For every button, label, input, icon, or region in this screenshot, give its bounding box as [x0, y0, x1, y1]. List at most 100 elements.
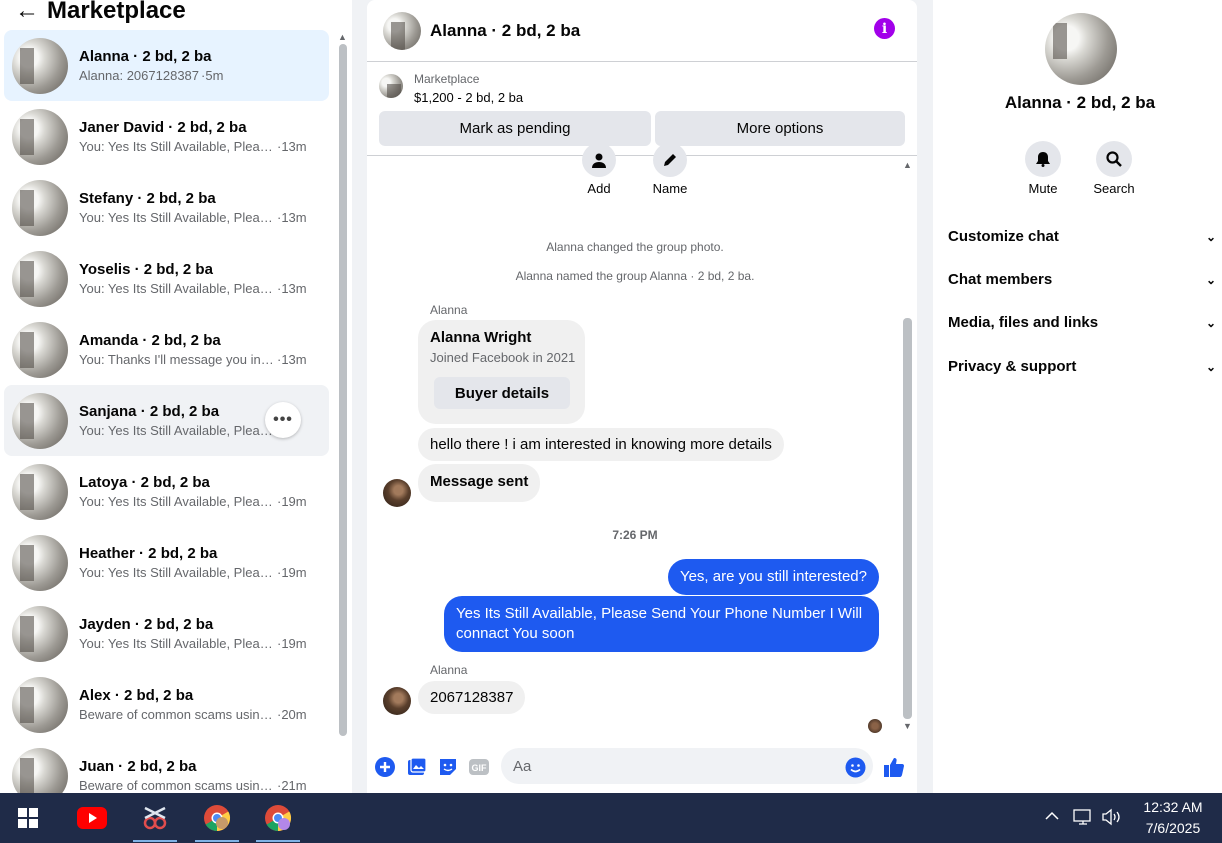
info-icon[interactable]: i	[874, 18, 895, 39]
outgoing-message[interactable]: Yes, are you still interested?	[667, 559, 879, 595]
listing-banner: Marketplace $1,200 - 2 bd, 2 ba Mark as …	[367, 62, 917, 156]
sidebar-title: Marketplace	[47, 0, 186, 24]
avatar	[12, 392, 68, 449]
buyer-name: Alanna Wright	[430, 329, 532, 346]
conversation-time: ·20m	[277, 706, 307, 722]
youtube-icon[interactable]	[68, 793, 116, 843]
emoji-icon[interactable]	[844, 756, 866, 778]
incoming-message[interactable]: 2067128387	[418, 681, 526, 714]
conversation-item[interactable]: Alanna · 2 bd, 2 ba Alanna: 2067128387·5…	[4, 30, 329, 101]
chat-members-section[interactable]: Chat members ⌄	[948, 271, 1216, 288]
chat-avatar[interactable]	[383, 11, 421, 50]
mute-label: Mute	[1028, 181, 1058, 196]
conversation-name: Janer David · 2 bd, 2 ba	[79, 118, 247, 136]
message-composer: GIF Aa	[367, 742, 917, 793]
conversation-time: ·13m	[277, 138, 307, 154]
conversation-time: ·19m	[277, 564, 307, 580]
add-person-icon	[582, 143, 616, 177]
avatar	[12, 321, 68, 378]
conversation-item[interactable]: Alex · 2 bd, 2 ba Beware of common scams…	[4, 669, 329, 740]
windows-start-icon[interactable]	[4, 793, 52, 843]
chevron-up-icon[interactable]	[1044, 808, 1060, 829]
group-avatar[interactable]	[1045, 13, 1117, 85]
scroll-down-arrow-icon[interactable]: ▼	[903, 721, 912, 731]
scroll-up-arrow-icon[interactable]: ▲	[338, 32, 347, 42]
conversation-time: ·21m	[277, 777, 307, 793]
time-separator: 7:26 PM	[612, 528, 658, 542]
chat-panel: Alanna · 2 bd, 2 ba i Marketplace $1,200…	[367, 0, 917, 793]
outgoing-message[interactable]: Yes Its Still Available, Please Send You…	[444, 596, 879, 652]
conversation-item[interactable]: Latoya · 2 bd, 2 ba You: Yes Its Still A…	[4, 456, 329, 527]
add-label: Add	[587, 181, 611, 196]
conversation-item[interactable]: Yoselis · 2 bd, 2 ba You: Yes Its Still …	[4, 243, 329, 314]
avatar	[12, 37, 68, 94]
conversation-item[interactable]: Stefany · 2 bd, 2 ba You: Yes Its Still …	[4, 172, 329, 243]
message-input[interactable]: Aa	[501, 748, 873, 784]
snipping-tool-icon[interactable]	[131, 793, 179, 843]
mute-action[interactable]: Mute	[1013, 141, 1073, 196]
buyer-details-button[interactable]: Buyer details	[434, 377, 570, 409]
clock-date[interactable]: 7/6/2025	[1133, 820, 1213, 836]
conversation-snippet: You: Yes Its Still Available, Please ...	[79, 564, 275, 580]
bell-icon	[1025, 141, 1061, 177]
sender-avatar[interactable]	[383, 479, 411, 507]
volume-icon[interactable]	[1101, 808, 1123, 831]
clock-time[interactable]: 12:32 AM	[1133, 799, 1213, 815]
avatar	[12, 108, 68, 165]
sender-avatar[interactable]	[383, 687, 411, 715]
sidebar-scrollbar[interactable]	[339, 44, 347, 736]
gif-icon[interactable]: GIF	[468, 756, 490, 778]
avatar	[12, 463, 68, 520]
chat-header: Alanna · 2 bd, 2 ba i	[367, 0, 917, 62]
pencil-icon	[653, 143, 687, 177]
avatar	[12, 179, 68, 236]
conversation-snippet: Alanna: 2067128387	[79, 67, 200, 83]
more-options-button[interactable]: More options	[655, 111, 905, 146]
add-action[interactable]: Add	[569, 143, 629, 196]
chevron-down-icon: ⌄	[1205, 229, 1216, 244]
mark-as-pending-button[interactable]: Mark as pending	[379, 111, 651, 146]
listing-thumbnail[interactable]	[379, 74, 403, 98]
scroll-up-arrow-icon[interactable]: ▲	[903, 160, 912, 170]
chat-details-panel: Alanna · 2 bd, 2 ba Mute Search Customiz…	[933, 0, 1222, 793]
conversation-snippet: You: Yes Its Still Available, Please ...	[79, 280, 275, 296]
conversation-name: Jayden · 2 bd, 2 ba	[79, 615, 214, 633]
conversation-time: ·19m	[277, 493, 307, 509]
conversation-item[interactable]: Heather · 2 bd, 2 ba You: Yes Its Still …	[4, 527, 329, 598]
photo-icon[interactable]	[406, 756, 428, 778]
conversation-item[interactable]: Sanjana · 2 bd, 2 ba You: Yes Its Still …	[4, 385, 329, 456]
conversation-time: ·19m	[277, 635, 307, 651]
buyer-joined: Joined Facebook in 2021	[430, 350, 576, 365]
chat-scrollbar[interactable]	[903, 318, 912, 719]
media-files-links-section[interactable]: Media, files and links ⌄	[948, 314, 1216, 331]
search-action[interactable]: Search	[1084, 141, 1144, 196]
sticker-icon[interactable]	[437, 756, 459, 778]
incoming-message[interactable]: hello there ! i am interested in knowing…	[418, 428, 784, 461]
name-action[interactable]: Name	[640, 143, 700, 196]
thumbs-up-icon[interactable]	[883, 756, 905, 778]
chat-title[interactable]: Alanna · 2 bd, 2 ba	[430, 21, 580, 41]
conversation-item[interactable]: Amanda · 2 bd, 2 ba You: Thanks I'll mes…	[4, 314, 329, 385]
chrome-icon[interactable]	[193, 793, 241, 843]
plus-icon[interactable]	[374, 756, 396, 778]
more-options-icon[interactable]: •••	[265, 402, 301, 438]
network-icon[interactable]	[1073, 808, 1093, 831]
privacy-support-section[interactable]: Privacy & support ⌄	[948, 358, 1216, 375]
conversation-item[interactable]: Juan · 2 bd, 2 ba Beware of common scams…	[4, 740, 329, 793]
conversation-time: ·13m	[277, 351, 307, 367]
conversation-item[interactable]: Janer David · 2 bd, 2 ba You: Yes Its St…	[4, 101, 329, 172]
seen-indicator-avatar	[868, 719, 882, 733]
listing-price: $1,200 - 2 bd, 2 ba	[414, 90, 524, 105]
avatar	[12, 250, 68, 307]
customize-chat-section[interactable]: Customize chat ⌄	[948, 228, 1216, 245]
section-label: Privacy & support	[948, 358, 1077, 375]
conversation-item[interactable]: Jayden · 2 bd, 2 ba You: Yes Its Still A…	[4, 598, 329, 669]
chevron-down-icon: ⌄	[1205, 272, 1216, 287]
conversation-sidebar: ← Marketplace Alanna · 2 bd, 2 ba Alanna…	[0, 0, 352, 793]
back-arrow-icon[interactable]: ←	[9, 0, 45, 28]
incoming-message[interactable]: Message sent	[418, 464, 541, 502]
conversation-name: Alanna · 2 bd, 2 ba	[79, 47, 212, 65]
chrome-profile-icon[interactable]	[254, 793, 302, 843]
system-message: Alanna changed the group photo.	[546, 240, 724, 254]
conversation-time: ·5m	[201, 67, 224, 83]
